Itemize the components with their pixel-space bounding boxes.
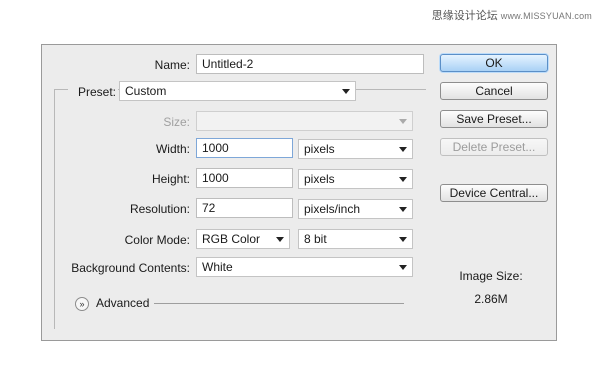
size-label: Size:: [163, 115, 190, 129]
height-input[interactable]: 1000: [196, 168, 293, 188]
advanced-divider: [154, 303, 404, 304]
image-size-value: 2.86M: [474, 292, 508, 306]
color-mode-label: Color Mode:: [124, 233, 190, 247]
chevron-down-icon: [399, 119, 407, 124]
background-contents-label: Background Contents:: [71, 261, 190, 275]
preset-value: Custom: [125, 84, 167, 98]
color-mode-value: RGB Color: [202, 232, 261, 246]
resolution-unit-value: pixels/inch: [304, 202, 361, 216]
preset-label: Preset:: [68, 85, 118, 99]
name-input[interactable]: Untitled-2: [196, 54, 424, 74]
preset-group-divider: [362, 89, 426, 90]
device-central-button[interactable]: Device Central...: [440, 184, 548, 202]
cancel-button[interactable]: Cancel: [440, 82, 548, 100]
name-label: Name:: [154, 58, 190, 72]
advanced-label[interactable]: Advanced: [96, 296, 149, 310]
background-contents-select[interactable]: White: [196, 257, 413, 277]
new-document-dialog: Name: Untitled-2 Preset: Custom Size: Wi…: [41, 44, 557, 341]
chevron-down-icon: [399, 177, 407, 182]
chevron-down-icon: [276, 237, 284, 242]
height-label: Height:: [151, 172, 190, 186]
height-unit-value: pixels: [304, 172, 335, 186]
save-preset-button[interactable]: Save Preset...: [440, 110, 548, 128]
size-select[interactable]: [196, 111, 413, 131]
resolution-unit-select[interactable]: pixels/inch: [298, 199, 413, 219]
width-unit-select[interactable]: pixels: [298, 139, 413, 159]
chevron-down-icon: [399, 237, 407, 242]
width-label: Width:: [155, 142, 190, 156]
width-input[interactable]: 1000: [196, 138, 293, 158]
resolution-input[interactable]: 72: [196, 198, 293, 218]
preset-select[interactable]: Custom: [119, 81, 356, 101]
width-unit-value: pixels: [304, 142, 335, 156]
watermark: 思缘设计论坛 www.MISSYUAN.com: [432, 7, 592, 23]
background-contents-value: White: [202, 260, 233, 274]
image-size-label: Image Size:: [459, 269, 523, 283]
bit-depth-value: 8 bit: [304, 232, 327, 246]
watermark-url: www.MISSYUAN.com: [500, 11, 592, 21]
chevron-down-icon: [399, 265, 407, 270]
ok-button[interactable]: OK: [440, 54, 548, 72]
color-mode-select[interactable]: RGB Color: [196, 229, 290, 249]
chevron-down-icon: [399, 207, 407, 212]
delete-preset-button[interactable]: Delete Preset...: [440, 138, 548, 156]
resolution-label: Resolution:: [129, 202, 190, 216]
chevron-down-icon: [399, 147, 407, 152]
bit-depth-select[interactable]: 8 bit: [298, 229, 413, 249]
height-unit-select[interactable]: pixels: [298, 169, 413, 189]
double-chevron-down-icon[interactable]: »: [75, 297, 89, 311]
chevron-down-icon: [342, 89, 350, 94]
watermark-cn-text: 思缘设计论坛: [431, 10, 498, 22]
